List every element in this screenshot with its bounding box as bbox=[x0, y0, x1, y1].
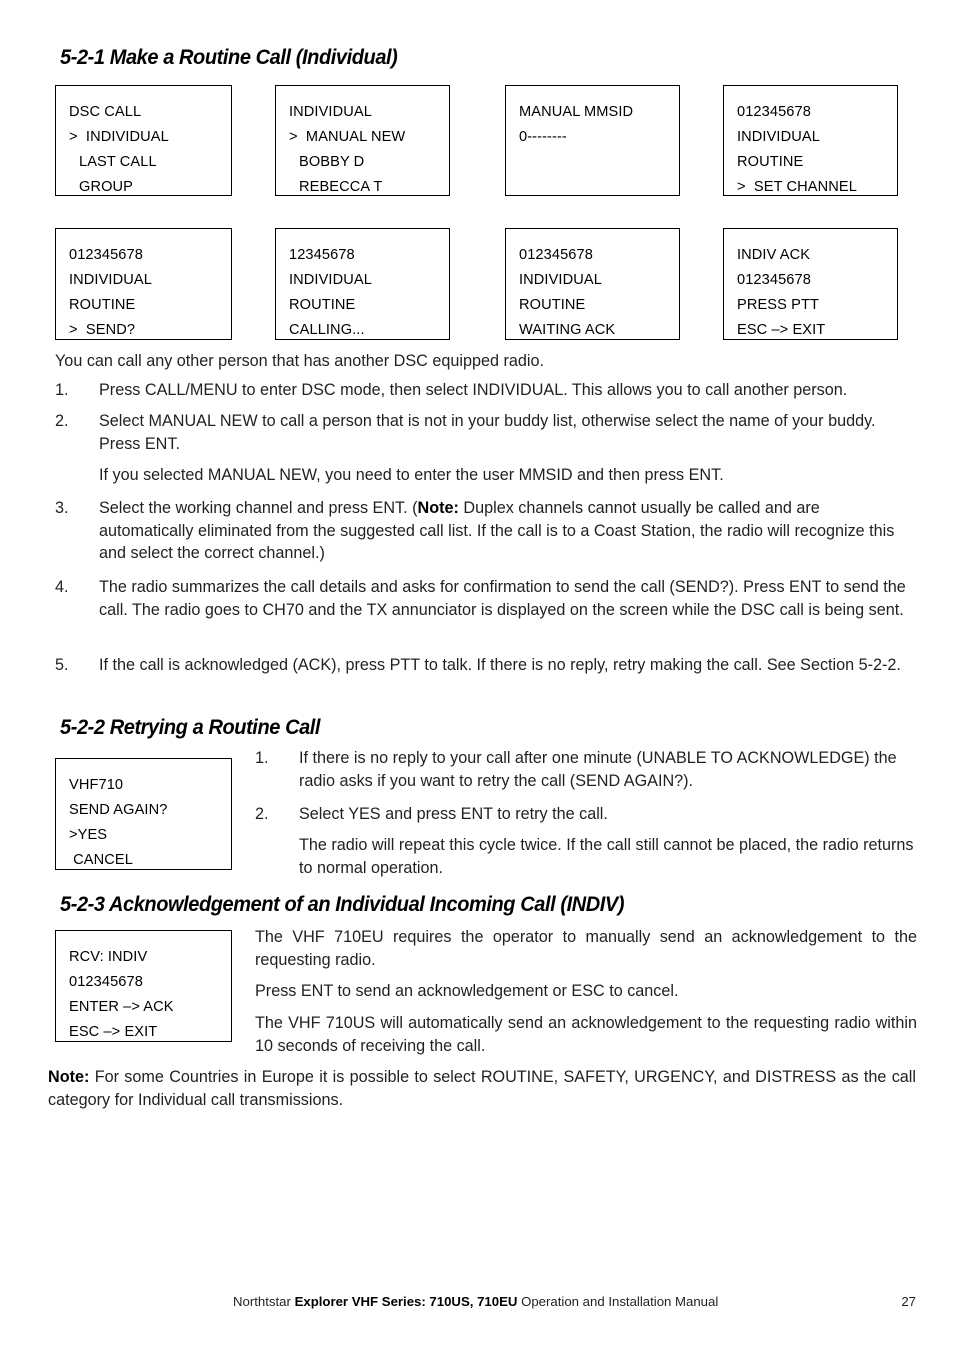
ack-paragraph-3: The VHF 710US will automatically send an… bbox=[255, 1014, 917, 1055]
lcd-line: DSC CALL bbox=[69, 104, 142, 120]
lcd-line: 12345678 bbox=[289, 247, 355, 263]
lcd-line: 012345678 bbox=[519, 247, 593, 263]
list-item: 2. Select YES and press ENT to retry the… bbox=[255, 803, 917, 826]
lcd-screen-send-again: VHF710 SEND AGAIN? >YES CANCEL bbox=[55, 758, 232, 870]
lcd-screen-individual-list: INDIVIDUAL > MANUAL NEW BOBBY D REBECCA … bbox=[275, 85, 450, 196]
list-item: 2. Select MANUAL NEW to call a person th… bbox=[55, 410, 917, 455]
list-item: 1. Press CALL/MENU to enter DSC mode, th… bbox=[55, 379, 917, 402]
lcd-line: 0-------- bbox=[519, 129, 567, 145]
lcd-line: INDIVIDUAL bbox=[289, 272, 372, 288]
list-number: 2. bbox=[55, 412, 69, 430]
list-item: 5. If the call is acknowledged (ACK), pr… bbox=[55, 654, 917, 677]
lcd-screen-dsc-call: DSC CALL > INDIVIDUAL LAST CALL GROUP bbox=[55, 85, 232, 196]
list-number: 4. bbox=[55, 578, 69, 596]
footer-brand: Northtstar bbox=[233, 1294, 295, 1309]
footer-tail: Operation and Installation Manual bbox=[517, 1294, 719, 1309]
lcd-line: REBECCA T bbox=[299, 179, 383, 195]
page-number: 27 bbox=[901, 1294, 916, 1309]
lcd-line: ROUTINE bbox=[737, 154, 804, 170]
lcd-line: PRESS PTT bbox=[737, 297, 819, 313]
lcd-line: 012345678 bbox=[69, 247, 143, 263]
lcd-line: > MANUAL NEW bbox=[289, 129, 406, 145]
lcd-line: > SEND? bbox=[69, 322, 136, 338]
lcd-line: MANUAL MMSID bbox=[519, 104, 634, 120]
list-text: If there is no reply to your call after … bbox=[299, 749, 897, 790]
lcd-line: 012345678 bbox=[737, 104, 811, 120]
bottom-note: Note: For some Countries in Europe it is… bbox=[48, 1066, 916, 1111]
document-page: 5-2-1 Make a Routine Call (Individual) D… bbox=[0, 0, 954, 1347]
footer-product: Explorer VHF Series: 710US, 710EU bbox=[294, 1294, 518, 1309]
list-text: Select MANUAL NEW to call a person that … bbox=[99, 412, 876, 453]
list-text: Press CALL/MENU to enter DSC mode, then … bbox=[99, 381, 848, 399]
lcd-screen-rcv-indiv: RCV: INDIV 012345678 ENTER –> ACK ESC –>… bbox=[55, 930, 232, 1042]
lcd-line: 012345678 bbox=[69, 974, 143, 990]
section-heading-5-2-2: 5-2-2 Retrying a Routine Call bbox=[60, 715, 321, 739]
list-text: If the call is acknowledged (ACK), press… bbox=[99, 656, 901, 674]
lcd-line: ROUTINE bbox=[69, 297, 136, 313]
lcd-line: INDIVIDUAL bbox=[519, 272, 602, 288]
section-heading-5-2-3: 5-2-3 Acknowledgement of an Individual I… bbox=[60, 892, 625, 916]
step-3-text-before: Select the working channel and press ENT… bbox=[99, 499, 418, 517]
lcd-screen-indiv-ack: INDIV ACK 012345678 PRESS PTT ESC –> EXI… bbox=[723, 228, 898, 340]
list-item: 1. If there is no reply to your call aft… bbox=[255, 747, 917, 792]
lcd-line: INDIVIDUAL bbox=[289, 104, 372, 120]
lcd-line: BOBBY D bbox=[299, 154, 365, 170]
lcd-line: WAITING ACK bbox=[519, 322, 616, 338]
lcd-line: SEND AGAIN? bbox=[69, 802, 168, 818]
lcd-screen-send-confirm: 012345678 INDIVIDUAL ROUTINE > SEND? bbox=[55, 228, 232, 340]
lcd-line: INDIVIDUAL bbox=[737, 129, 820, 145]
bottom-note-label: Note: bbox=[48, 1068, 90, 1086]
list-item: 4. The radio summarizes the call details… bbox=[55, 576, 917, 621]
list-number: 1. bbox=[55, 381, 69, 399]
list-item: 3. Select the working channel and press … bbox=[55, 497, 917, 565]
lcd-line: ROUTINE bbox=[519, 297, 586, 313]
lcd-line: CANCEL bbox=[69, 852, 133, 868]
list-text: Select YES and press ENT to retry the ca… bbox=[299, 805, 608, 823]
lcd-line: ESC –> EXIT bbox=[737, 322, 826, 338]
lcd-screen-manual-mmsid: MANUAL MMSID 0-------- bbox=[505, 85, 680, 196]
section-heading-5-2-1: 5-2-1 Make a Routine Call (Individual) bbox=[60, 45, 398, 69]
note-label: Note: bbox=[417, 499, 459, 517]
lcd-line: LAST CALL bbox=[79, 154, 157, 170]
lcd-line: > SET CHANNEL bbox=[737, 179, 857, 195]
list-number: 2. bbox=[255, 805, 269, 823]
list-number: 3. bbox=[55, 499, 69, 517]
lcd-screen-waiting-ack: 012345678 INDIVIDUAL ROUTINE WAITING ACK bbox=[505, 228, 680, 340]
ack-paragraph-2: Press ENT to send an acknowledgement or … bbox=[255, 982, 679, 1000]
footer-text: Northtstar Explorer VHF Series: 710US, 7… bbox=[233, 1294, 718, 1310]
lcd-line: ROUTINE bbox=[289, 297, 356, 313]
list-number: 5. bbox=[55, 656, 69, 674]
lcd-screen-set-channel: 012345678 INDIVIDUAL ROUTINE > SET CHANN… bbox=[723, 85, 898, 196]
list-text: The radio summarizes the call details an… bbox=[99, 578, 906, 619]
lcd-line: >YES bbox=[69, 827, 108, 843]
lcd-line: INDIV ACK bbox=[737, 247, 811, 263]
lcd-line: RCV: INDIV bbox=[69, 949, 148, 965]
list-number: 1. bbox=[255, 749, 269, 767]
lcd-screen-calling: 12345678 INDIVIDUAL ROUTINE CALLING... bbox=[275, 228, 450, 340]
step-2-subnote: If you selected MANUAL NEW, you need to … bbox=[99, 466, 724, 484]
ack-paragraph-1: The VHF 710EU requires the operator to m… bbox=[255, 928, 917, 969]
lcd-line: ESC –> EXIT bbox=[69, 1024, 158, 1040]
lcd-line: 012345678 bbox=[737, 272, 811, 288]
lcd-line: VHF710 bbox=[69, 777, 124, 793]
intro-paragraph: You can call any other person that has a… bbox=[55, 352, 544, 370]
list-text: Select the working channel and press ENT… bbox=[99, 497, 917, 565]
lcd-line: ENTER –> ACK bbox=[69, 999, 174, 1015]
lcd-line: GROUP bbox=[79, 179, 134, 195]
lcd-line: INDIVIDUAL bbox=[69, 272, 152, 288]
bottom-note-text: For some Countries in Europe it is possi… bbox=[48, 1068, 916, 1109]
retry-subnote: The radio will repeat this cycle twice. … bbox=[299, 836, 914, 877]
lcd-line: > INDIVIDUAL bbox=[69, 129, 169, 145]
lcd-line: CALLING... bbox=[289, 322, 365, 338]
